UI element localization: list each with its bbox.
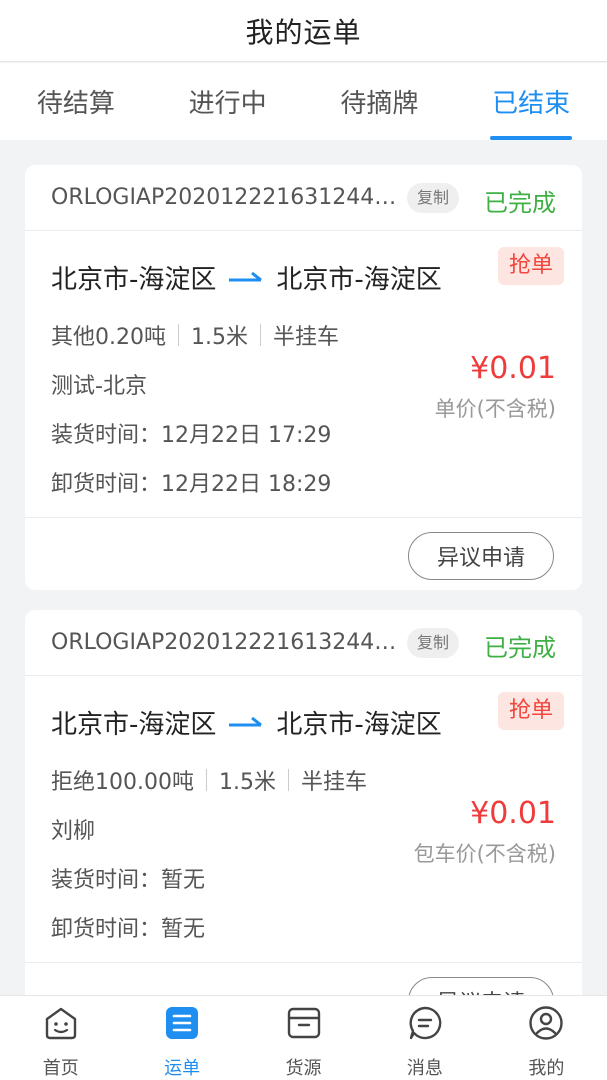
- route-destination: 北京市-海淀区: [276, 265, 442, 295]
- load-time: 装货时间：暂无: [51, 868, 206, 893]
- status-tabs: 待结算 进行中 待摘牌 已结束: [0, 63, 607, 140]
- order-card-header: ORLOGIAP2020122216312445… 复制 已完成: [25, 165, 582, 231]
- cargo-weight: 拒绝100.00吨: [51, 770, 194, 795]
- order-list[interactable]: ORLOGIAP2020122216312445… 复制 已完成 北京市-海淀区…: [0, 140, 607, 995]
- tab-label: 待结算: [36, 89, 115, 119]
- cargo-box-icon: [287, 1007, 320, 1039]
- grab-order-tag[interactable]: 抢单: [498, 247, 564, 285]
- cargo-specs: 拒绝100.00吨 1.5米 半挂车: [51, 764, 367, 796]
- title-bar: 我的运单: [0, 0, 607, 62]
- order-card-body: 北京市-海淀区 北京市-海淀区 抢单 拒绝100.00吨 1.5米 半挂车 刘柳: [25, 676, 582, 963]
- tab-label: 待摘牌: [340, 89, 419, 119]
- tab-pending-settlement[interactable]: 待结算: [0, 63, 152, 140]
- nav-label: 运单: [164, 1058, 201, 1079]
- divider: [260, 324, 261, 346]
- status-badge: 已完成: [484, 189, 556, 217]
- load-time: 装货时间：12月22日 17:29: [51, 423, 332, 448]
- dispute-button[interactable]: 异议申请: [408, 977, 554, 995]
- truck-type: 半挂车: [273, 325, 340, 350]
- order-remark: 刘柳: [51, 819, 96, 844]
- app-root: 我的运单 待结算 进行中 待摘牌 已结束 ORLOGIAP20201222163…: [0, 0, 607, 1080]
- waybill-icon: [166, 1007, 199, 1039]
- nav-label: 首页: [42, 1058, 79, 1079]
- truck-type: 半挂车: [300, 770, 367, 795]
- nav-home[interactable]: 首页: [0, 996, 121, 1080]
- copy-button[interactable]: 复制: [407, 183, 459, 213]
- order-card-footer: 异议申请: [25, 963, 582, 995]
- nav-label: 货源: [285, 1058, 322, 1079]
- dispute-button[interactable]: 异议申请: [408, 532, 554, 580]
- divider: [205, 769, 207, 791]
- price-type-label: 包车价(不含税): [413, 842, 556, 866]
- bottom-nav: 首页 运单 货源 消息 我的: [0, 995, 607, 1080]
- nav-label: 消息: [406, 1058, 443, 1079]
- tab-label: 已结束: [492, 89, 571, 119]
- truck-length: 1.5米: [191, 325, 248, 350]
- route-origin: 北京市-海淀区: [51, 265, 217, 295]
- profile-icon: [529, 1006, 564, 1040]
- arrow-right-icon: [229, 716, 263, 726]
- price-value: ¥0.01: [470, 796, 556, 831]
- message-icon: [409, 1006, 442, 1040]
- divider: [178, 324, 179, 346]
- order-number: ORLOGIAP2020122216312445…: [51, 185, 401, 210]
- order-card-footer: 异议申请: [25, 518, 582, 590]
- truck-length: 1.5米: [218, 770, 276, 795]
- home-face-icon: [45, 1007, 76, 1040]
- nav-messages[interactable]: 消息: [364, 996, 485, 1080]
- price-value: ¥0.01: [470, 351, 556, 386]
- grab-order-tag[interactable]: 抢单: [498, 692, 564, 730]
- arrow-right-icon: [229, 271, 263, 281]
- order-card[interactable]: ORLOGIAP2020122216132441… 复制 已完成 北京市-海淀区…: [25, 610, 582, 995]
- divider: [287, 769, 289, 791]
- tab-pending-pick[interactable]: 待摘牌: [304, 63, 456, 140]
- nav-cargo[interactable]: 货源: [243, 996, 364, 1080]
- unload-time: 卸货时间：暂无: [51, 917, 206, 942]
- tab-in-progress[interactable]: 进行中: [152, 63, 304, 140]
- route-destination: 北京市-海淀区: [276, 710, 442, 740]
- price-type-label: 单价(不含税): [434, 397, 556, 421]
- order-card-body: 北京市-海淀区 北京市-海淀区 抢单 其他0.20吨 1.5米 半挂车 测试-北…: [25, 231, 582, 518]
- unload-time: 卸货时间：12月22日 18:29: [51, 472, 332, 497]
- tab-finished[interactable]: 已结束: [455, 63, 607, 140]
- route-origin: 北京市-海淀区: [51, 710, 217, 740]
- cargo-specs: 其他0.20吨 1.5米 半挂车: [51, 319, 339, 351]
- order-remark: 测试-北京: [51, 374, 147, 399]
- route: 北京市-海淀区 北京市-海淀区: [51, 704, 442, 741]
- nav-profile[interactable]: 我的: [486, 996, 607, 1080]
- page-title: 我的运单: [245, 15, 362, 49]
- nav-waybill[interactable]: 运单: [121, 996, 242, 1080]
- copy-button[interactable]: 复制: [407, 628, 459, 658]
- tab-label: 进行中: [188, 89, 267, 119]
- order-card[interactable]: ORLOGIAP2020122216312445… 复制 已完成 北京市-海淀区…: [25, 165, 582, 590]
- status-badge: 已完成: [484, 634, 556, 662]
- nav-label: 我的: [528, 1058, 565, 1079]
- order-number: ORLOGIAP2020122216132441…: [51, 630, 401, 655]
- cargo-weight: 其他0.20吨: [51, 325, 166, 350]
- route: 北京市-海淀区 北京市-海淀区: [51, 259, 442, 296]
- order-card-header: ORLOGIAP2020122216132441… 复制 已完成: [25, 610, 582, 676]
